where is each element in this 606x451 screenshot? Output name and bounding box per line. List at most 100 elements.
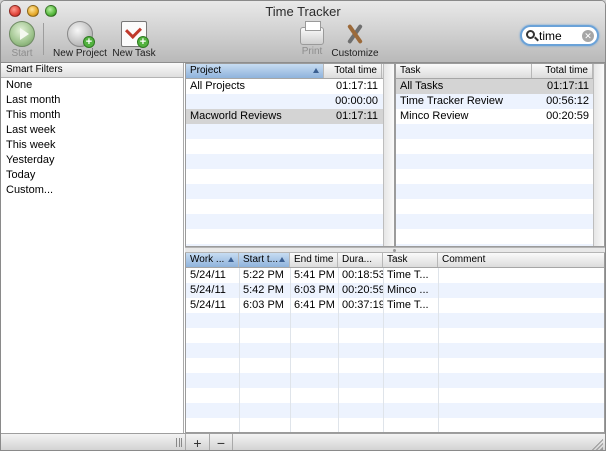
filter-this-week[interactable]: This week [1,138,183,153]
entry-start: 5:42 PM [243,284,284,296]
plus-icon: + [137,36,149,48]
search-field[interactable]: time ✕ [520,25,599,46]
printer-icon [300,21,324,45]
projects-table-body: All Projects 01:17:11 00:00:00 Macworld … [186,79,394,246]
entry-date: 5/24/11 [190,269,226,281]
entries-table: Work ... Start t... End time Dura... Tas… [185,253,605,433]
sort-ascending-icon [279,257,285,262]
entry-date: 5/24/11 [190,284,226,296]
tasks-table-header: Task Total time [396,64,604,79]
new-task-icon: + [121,21,149,48]
table-row[interactable]: 00:00:00 [186,94,394,109]
entry-start: 6:03 PM [243,299,284,311]
entry-end: 5:41 PM [294,269,335,281]
tools-icon [342,21,368,47]
table-row[interactable]: Minco Review 00:20:59 [396,109,604,124]
customize-label: Customize [331,48,379,59]
entry-comment [438,298,604,313]
search-icon [526,30,535,39]
sort-ascending-icon [228,257,234,262]
column-label: Work ... [190,254,225,265]
tasks-scrollbar[interactable] [593,64,604,246]
entries-table-body: 5/24/11 5:22 PM 5:41 PM 00:18:53 Time T.… [186,268,604,432]
search-input[interactable]: time [539,29,562,43]
toolbar-separator [43,23,44,55]
window-title: Time Tracker [265,4,341,19]
table-row[interactable]: Time Tracker Review 00:56:12 [396,94,604,109]
project-name: Macworld Reviews [190,110,282,122]
new-project-label: New Project [53,48,107,59]
filter-last-month[interactable]: Last month [1,93,183,108]
toolbar: Time Tracker Start + New Project + New T… [1,1,605,63]
column-label: Project [190,65,222,76]
projects-table: Project Total time All Projects 01:17:11… [185,63,395,247]
new-project-icon: + [67,21,95,48]
plus-icon: + [83,36,95,48]
print-label: Print [301,46,323,57]
filter-yesterday[interactable]: Yesterday [1,153,183,168]
table-row[interactable]: 5/24/11 5:22 PM 5:41 PM 00:18:53 Time T.… [186,268,604,283]
filter-none[interactable]: None [1,78,183,93]
entry-end: 6:41 PM [294,299,335,311]
task-total: 00:20:59 [546,110,589,122]
table-row[interactable]: All Tasks 01:17:11 [396,79,604,94]
start-button[interactable]: Start [7,21,37,59]
column-header-task[interactable]: Task [383,253,438,267]
project-total: 01:17:11 [335,80,378,92]
play-icon [9,21,35,47]
column-header-total-time[interactable]: Total time [532,64,593,78]
filter-this-month[interactable]: This month [1,108,183,123]
filter-custom[interactable]: Custom... [1,183,183,198]
column-header-work-date[interactable]: Work ... [186,253,239,267]
entries-table-header: Work ... Start t... End time Dura... Tas… [186,253,604,268]
filter-last-week[interactable]: Last week [1,123,183,138]
new-project-button[interactable]: + New Project [53,21,107,59]
column-label: Start t... [243,254,279,265]
column-header-start-time[interactable]: Start t... [239,253,290,267]
table-row[interactable]: 5/24/11 5:42 PM 6:03 PM 00:20:59 Minco .… [186,283,604,298]
task-total: 00:56:12 [546,95,589,107]
column-header-end-time[interactable]: End time [290,253,338,267]
table-row[interactable]: Macworld Reviews 01:17:11 [186,109,394,124]
start-label: Start [11,48,33,59]
table-row[interactable]: 5/24/11 6:03 PM 6:41 PM 00:37:19 Time T.… [186,298,604,313]
column-header-comment[interactable]: Comment [438,253,604,267]
bottom-bar: + − [1,433,605,450]
new-task-button[interactable]: + New Task [111,21,157,59]
tasks-table-body: All Tasks 01:17:11 Time Tracker Review 0… [396,79,604,246]
task-name: Minco Review [400,110,469,122]
project-total: 00:00:00 [335,95,378,107]
project-name [186,94,324,109]
column-header-task[interactable]: Task [396,64,532,78]
entry-duration: 00:37:19 [342,299,383,311]
window-resize-icon[interactable] [592,439,603,450]
task-name: Time Tracker Review [400,95,503,107]
filter-today[interactable]: Today [1,168,183,183]
entry-task: Time T... [387,269,429,281]
column-header-project[interactable]: Project [186,64,324,78]
column-header-duration[interactable]: Dura... [338,253,383,267]
tasks-table: Task Total time All Tasks 01:17:11 Time … [395,63,605,247]
remove-entry-button[interactable]: − [209,434,233,450]
column-header-total-time[interactable]: Total time [324,64,382,78]
project-name: All Projects [190,80,246,92]
clear-search-icon[interactable]: ✕ [582,30,594,42]
entry-end: 6:03 PM [294,284,335,296]
entry-date: 5/24/11 [190,299,226,311]
entry-duration: 00:20:59 [342,284,383,296]
entry-duration: 00:18:53 [342,269,383,281]
add-entry-button[interactable]: + [185,434,209,450]
print-button[interactable]: Print [297,21,327,57]
projects-scrollbar[interactable] [383,64,394,246]
project-total: 01:17:11 [335,110,378,122]
entry-comment [438,268,604,283]
new-task-label: New Task [112,48,156,59]
sort-ascending-icon [313,68,319,73]
table-row[interactable]: All Projects 01:17:11 [186,79,394,94]
sidebar-header: Smart Filters [1,63,183,78]
sidebar-resize-grip-icon[interactable] [176,438,182,447]
entry-start: 5:22 PM [243,269,284,281]
entry-task: Time T... [387,299,429,311]
customize-button[interactable]: Customize [331,21,379,59]
smart-filters-sidebar: Smart Filters None Last month This month… [1,63,184,433]
